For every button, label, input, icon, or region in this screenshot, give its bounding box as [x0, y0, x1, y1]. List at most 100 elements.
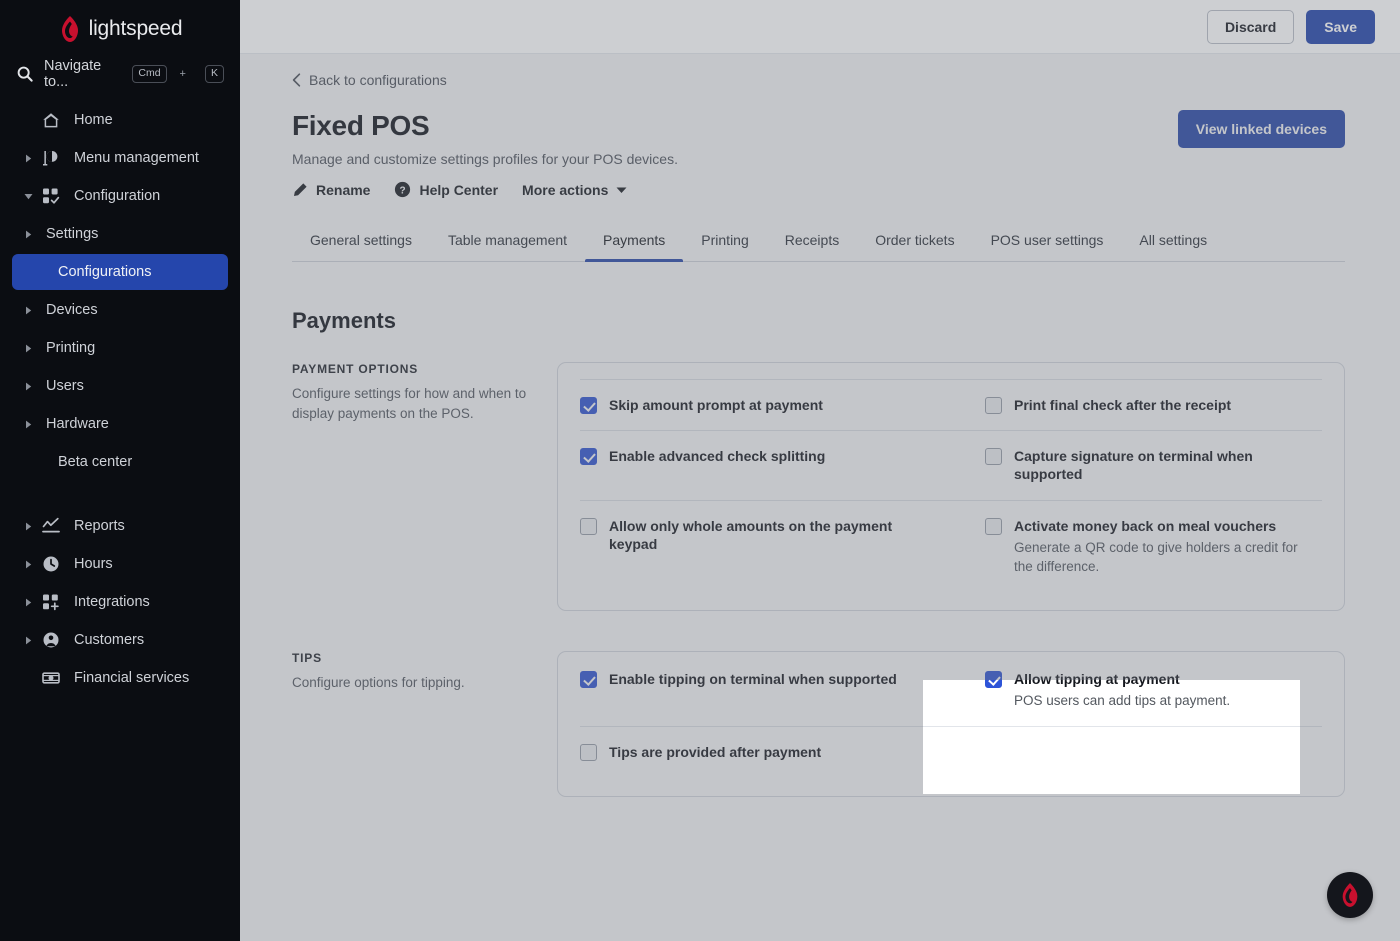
setting-option-sublabel: POS users can add tips at payment.	[1014, 693, 1231, 709]
chevron-down-icon	[616, 187, 627, 193]
chevron-right-icon[interactable]	[22, 344, 34, 353]
tab-table-management[interactable]: Table management	[430, 224, 585, 261]
chevron-right-icon[interactable]	[22, 560, 34, 569]
sidebar-item-label: Users	[46, 378, 84, 394]
sidebar-item-label: Hardware	[46, 416, 109, 432]
checkbox-enable-advanced-check-splitting[interactable]	[580, 448, 597, 466]
checkbox-allow-tipping-at-payment[interactable]	[985, 671, 1002, 689]
configuration-icon	[43, 188, 60, 204]
sidebar-item-settings[interactable]: Settings	[12, 216, 228, 252]
setting-option: Activate money back on meal vouchers Gene…	[951, 501, 1322, 593]
settings-row: Enable tipping on terminal when supporte…	[580, 654, 1322, 726]
reports-icon	[40, 517, 62, 535]
discard-button[interactable]: Discard	[1206, 9, 1295, 44]
sidebar-item-label: Beta center	[58, 454, 133, 470]
sidebar: lightspeed Navigate to... Cmd + K Home M…	[0, 0, 240, 941]
tab-pos-user-settings[interactable]: POS user settings	[973, 224, 1122, 261]
sidebar-item-financial-services[interactable]: Financial services	[12, 660, 228, 696]
chevron-right-icon[interactable]	[22, 154, 34, 163]
setting-option: Enable tipping on terminal when supporte…	[580, 654, 951, 726]
chevron-right-icon[interactable]	[22, 522, 34, 531]
checkbox-activate-money-back-on-meal-vouchers[interactable]	[985, 517, 1002, 535]
customers-icon	[43, 632, 59, 648]
sidebar-item-hardware[interactable]: Hardware	[12, 406, 228, 442]
setting-option-label: Enable tipping on terminal when supporte…	[609, 671, 897, 688]
navigate-to-search[interactable]: Navigate to... Cmd + K	[0, 56, 240, 92]
section-heading: Payments	[292, 308, 396, 333]
chevron-right-icon[interactable]	[22, 420, 34, 429]
rename-action[interactable]: Rename	[292, 182, 370, 198]
setting-option-label: Activate money back on meal vouchers	[1014, 517, 1277, 534]
sidebar-item-configuration[interactable]: Configuration	[12, 178, 228, 214]
rename-label: Rename	[316, 181, 371, 198]
sidebar-item-printing[interactable]: Printing	[12, 330, 228, 366]
help-center-action[interactable]: ? Help Center	[394, 181, 498, 198]
setting-option: Allow tipping at payment POS users can ad…	[951, 654, 1322, 726]
chevron-down-icon[interactable]	[22, 193, 34, 200]
search-icon	[17, 66, 33, 82]
help-circle-icon: ?	[395, 181, 411, 198]
menu-icon	[40, 149, 62, 167]
setting-option-sublabel: Generate a QR code to give holders a cre…	[1014, 539, 1298, 574]
setting-option-text: Tips are provided after payment	[609, 743, 943, 761]
tab-payments[interactable]: Payments	[585, 224, 684, 262]
setting-option-text: Skip amount prompt at payment	[609, 396, 943, 414]
sidebar-item-home[interactable]: Home	[12, 102, 228, 138]
tab-printing[interactable]: Printing	[683, 224, 766, 261]
sidebar-item-integrations[interactable]: Integrations	[12, 584, 228, 620]
payment-options-block: Payment options Configure settings for h…	[292, 362, 1345, 612]
sidebar-item-label: Configuration	[74, 188, 161, 204]
tab-receipts[interactable]: Receipts	[767, 224, 857, 261]
chevron-right-icon[interactable]	[22, 598, 34, 607]
shortcut-cmd: Cmd	[132, 65, 167, 83]
payment-options-label: Payment options	[292, 362, 419, 376]
tab-general-settings[interactable]: General settings	[292, 224, 430, 261]
chevron-right-icon[interactable]	[22, 306, 34, 315]
sidebar-item-customers[interactable]: Customers	[12, 622, 228, 658]
sidebar-item-label: Customers	[74, 632, 145, 648]
page-content: Back to configurations Fixed POS Manage …	[240, 54, 1400, 941]
shortcut-k: K	[204, 65, 224, 83]
sidebar-item-reports[interactable]: Reports	[12, 508, 228, 544]
sidebar-item-configurations[interactable]: Configurations	[12, 254, 228, 290]
checkbox-enable-tipping-on-terminal-when-supported[interactable]	[580, 671, 597, 689]
settings-tabs: General settings Table management Payments…	[292, 224, 1345, 262]
checkbox-capture-signature-on-terminal-when-supported[interactable]	[985, 448, 1002, 466]
chevron-right-icon[interactable]	[22, 230, 34, 239]
save-button[interactable]: Save	[1306, 9, 1375, 44]
setting-option-label: Capture signature on terminal when suppo…	[1014, 448, 1253, 483]
tab-all-settings[interactable]: All settings	[1121, 224, 1225, 261]
sidebar-item-hours[interactable]: Hours	[12, 546, 228, 582]
sidebar-item-beta-center[interactable]: Beta center	[12, 444, 228, 480]
sidebar-item-users[interactable]: Users	[12, 368, 228, 404]
tab-order-tickets[interactable]: Order tickets	[857, 224, 972, 261]
checkbox-tips-are-provided-after-payment[interactable]	[580, 744, 597, 762]
sidebar-item-devices[interactable]: Devices	[12, 292, 228, 328]
chevron-left-icon	[292, 73, 301, 87]
page-actions: Rename ? Help Center More actions	[292, 181, 1400, 198]
setting-option-label: Print final check after the receipt	[1014, 397, 1232, 413]
sidebar-item-menu-management[interactable]: Menu management	[12, 140, 228, 176]
back-link-label: Back to configurations	[309, 72, 447, 88]
navigate-to-label: Navigate to...	[44, 58, 102, 90]
checkbox-allow-only-whole-amounts-on-the-payment-keypad[interactable]	[580, 517, 597, 535]
more-actions-dropdown[interactable]: More actions	[522, 182, 627, 198]
chevron-right-icon[interactable]	[22, 382, 34, 391]
configuration-icon	[40, 187, 62, 205]
lightspeed-flame-icon	[1342, 883, 1358, 907]
home-icon	[40, 111, 62, 129]
setting-option-label: Tips are provided after payment	[609, 744, 822, 761]
brand-logo[interactable]: lightspeed	[0, 0, 240, 52]
chevron-right-icon[interactable]	[22, 636, 34, 645]
settings-row: Tips are provided after payment	[580, 726, 1322, 777]
setting-option-text: Enable advanced check splitting	[609, 447, 943, 483]
sidebar-item-label: Settings	[46, 226, 99, 242]
clock-icon	[43, 556, 59, 572]
menu-management-icon	[43, 151, 58, 166]
view-linked-devices-button[interactable]: View linked devices	[1177, 110, 1345, 148]
support-fab-button[interactable]	[1327, 872, 1373, 918]
checkbox-skip-amount-prompt-at-payment[interactable]	[580, 397, 597, 414]
back-to-configurations-link[interactable]: Back to configurations	[292, 72, 447, 88]
checkbox-print-final-check-after-the-receipt[interactable]	[985, 397, 1002, 414]
